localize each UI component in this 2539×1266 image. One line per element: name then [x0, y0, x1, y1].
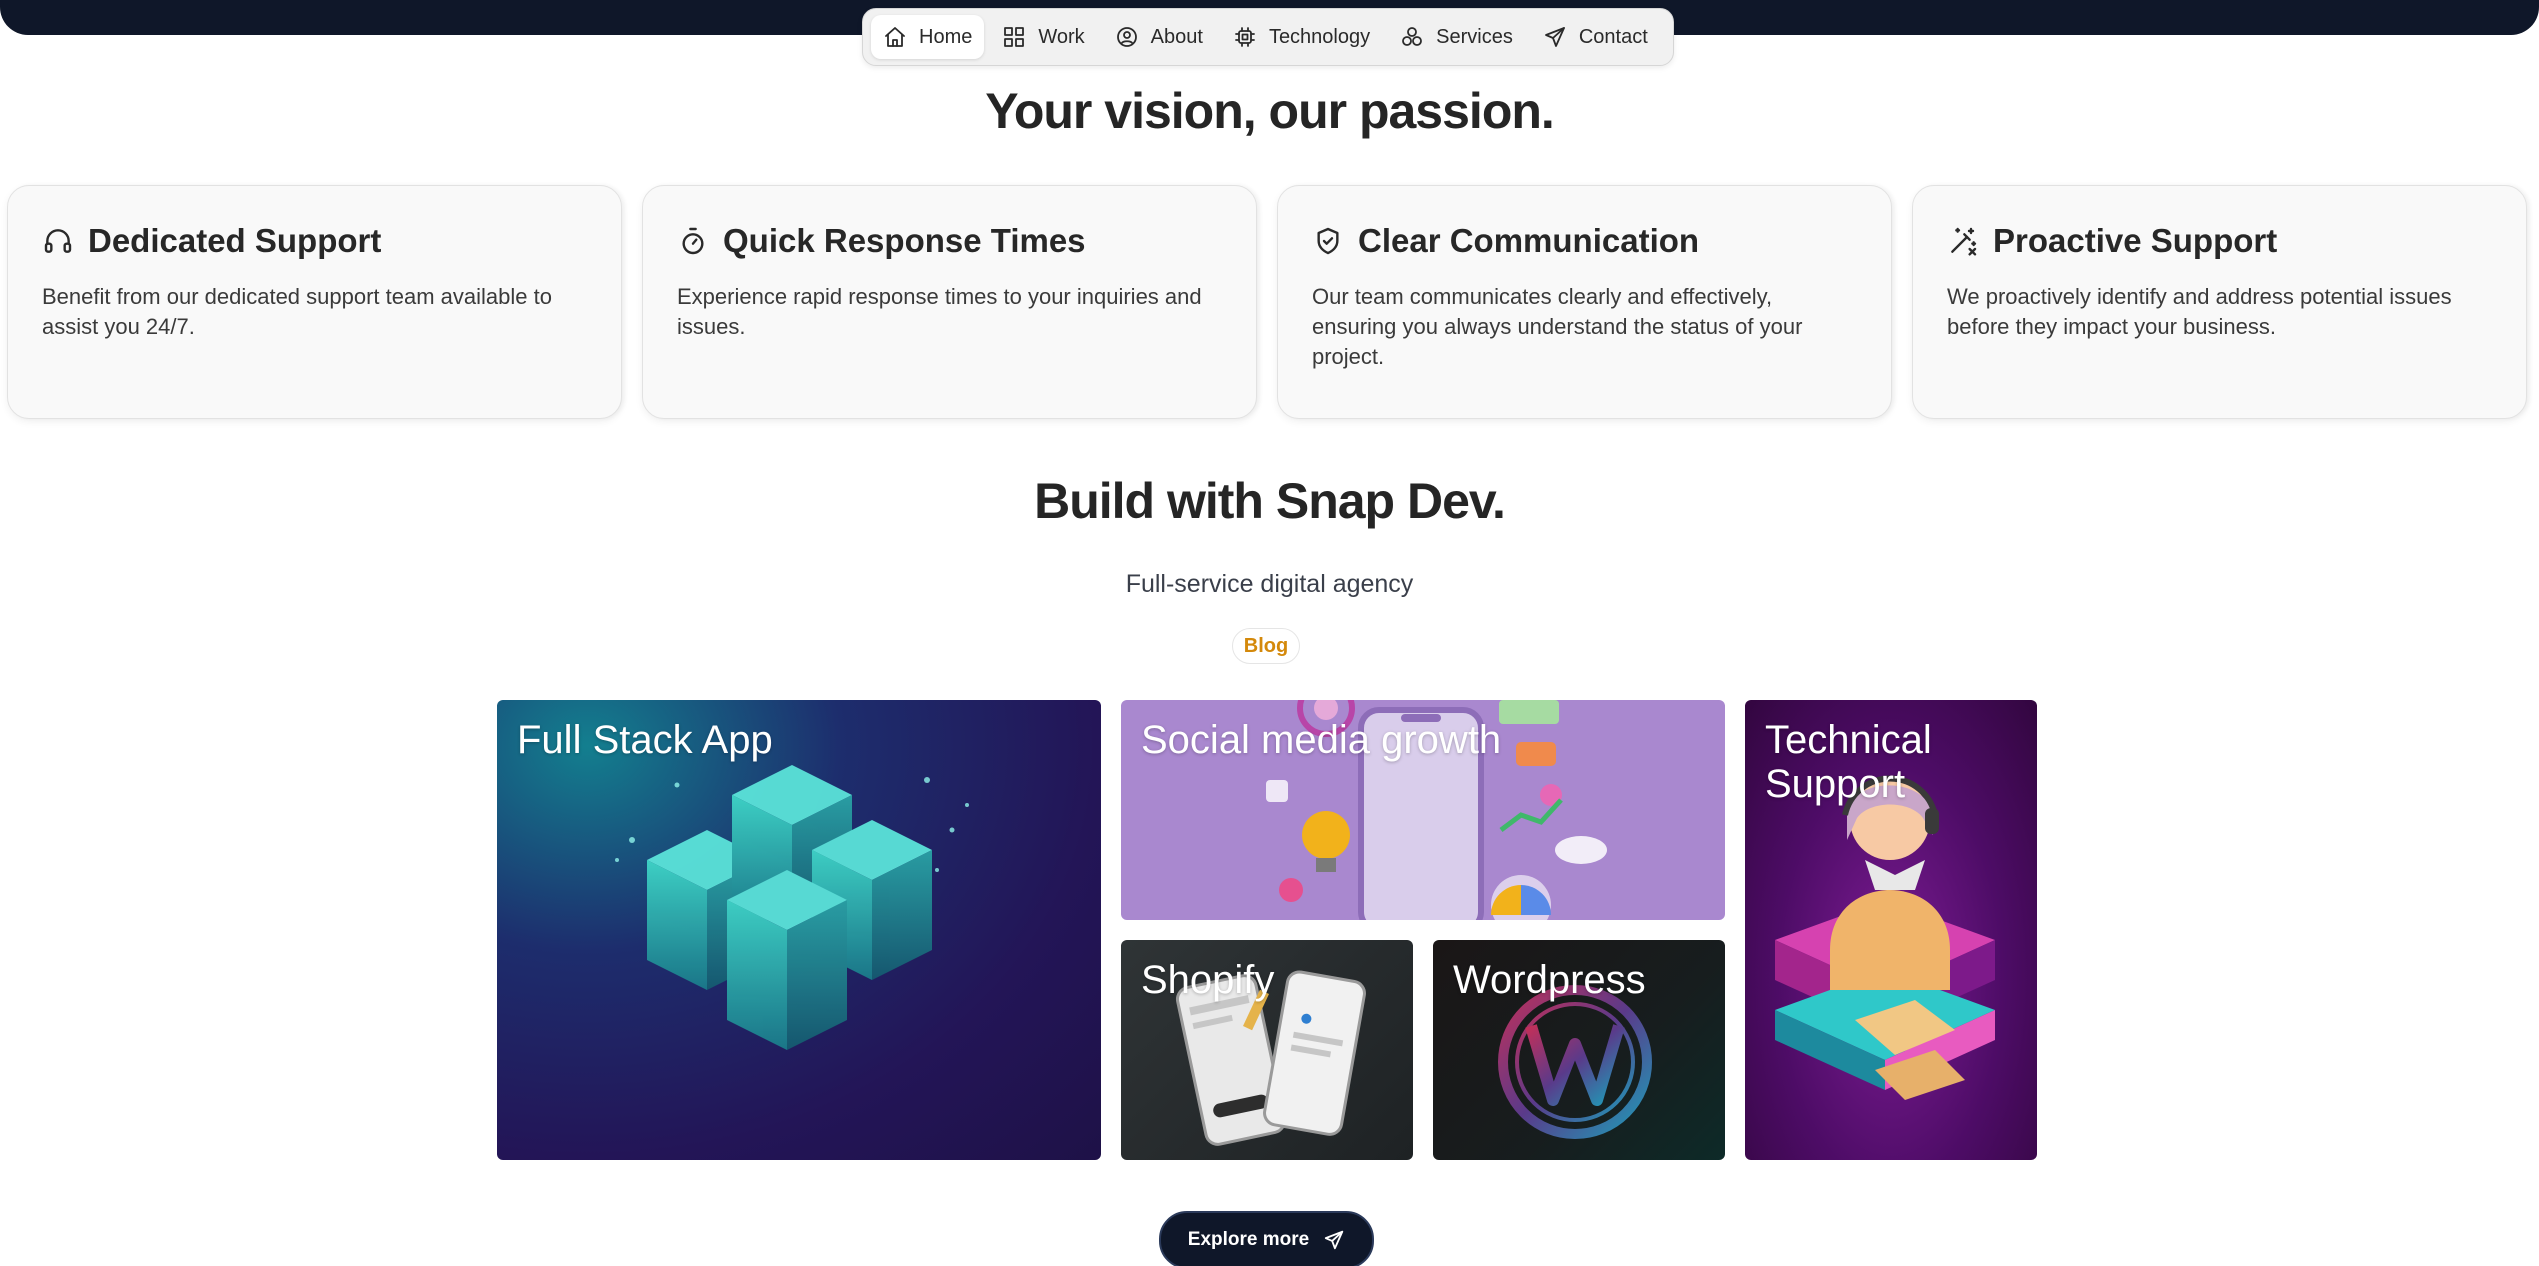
nav-item-work[interactable]: Work [990, 15, 1096, 59]
nav-item-label: Work [1038, 25, 1085, 48]
card-text: Our team communicates clearly and effect… [1312, 284, 1803, 369]
tile-technical-support[interactable]: Technical Support [1745, 700, 2037, 1160]
magic-wand-icon [1951, 227, 1977, 256]
section-title: Build with Snap Dev. [1034, 473, 1506, 529]
card-text: Experience rapid response times to your … [677, 284, 1202, 339]
nav-item-label: About [1150, 25, 1203, 48]
cpu-icon [1235, 27, 1255, 47]
tile-shopify[interactable]: Shopify [1121, 940, 1413, 1160]
nav-item-label: Contact [1578, 25, 1648, 48]
explore-more-label: Explore more [1187, 1229, 1310, 1250]
nav-item-label: Services [1436, 25, 1513, 48]
send-icon [1544, 27, 1565, 47]
tile-label-line: Technical [1765, 718, 1932, 762]
nav-item-label: Technology [1268, 25, 1371, 48]
feature-cards: Dedicated Support Benefit from our dedic… [7, 185, 2527, 419]
card-text: We proactively identify and address pote… [1947, 284, 2452, 339]
server-stack-illustration [615, 765, 969, 1050]
tile-label: Wordpress [1453, 958, 1646, 1002]
tile-label: Full Stack App [517, 718, 773, 762]
grid-icon [1004, 27, 1025, 47]
nav-item-home[interactable]: Home [871, 15, 985, 59]
feature-card: Clear Communication Our team communicate… [1277, 185, 1892, 419]
feature-card: Dedicated Support Benefit from our dedic… [7, 185, 622, 419]
blog-badge[interactable]: Blog [1232, 628, 1300, 664]
shield-check-icon [1317, 227, 1339, 255]
page-title: Your vision, our passion. [985, 83, 1555, 139]
nav-item-label: Home [919, 25, 973, 48]
tile-label: Social media growth [1141, 718, 1502, 762]
card-text: Benefit from our dedicated support team … [42, 284, 552, 339]
headphones-icon [44, 229, 72, 253]
card-title: Dedicated Support [88, 222, 382, 259]
tile-social-media-growth[interactable]: Social media growth [1121, 700, 1725, 920]
timer-icon [682, 227, 704, 255]
tile-wordpress[interactable]: Wordpress [1433, 940, 1725, 1160]
feature-card: Quick Response Times Experience rapid re… [642, 185, 1257, 419]
tile-label: Technical Support [1765, 718, 1932, 806]
card-title: Proactive Support [1993, 222, 2278, 259]
section-subtitle: Full-service digital agency [1125, 570, 1414, 598]
nav-item-services[interactable]: Services [1388, 15, 1525, 59]
send-icon [1325, 1230, 1344, 1250]
tile-label: Shopify [1141, 958, 1275, 1002]
main-nav: Home Work About Technology Services Cont… [862, 8, 1674, 66]
tile-full-stack-app[interactable]: Full Stack App [497, 700, 1101, 1160]
home-icon [885, 27, 905, 47]
tile-label-line: Support [1765, 762, 1906, 806]
nav-item-technology[interactable]: Technology [1221, 15, 1382, 59]
nav-item-about[interactable]: About [1103, 15, 1215, 59]
nav-item-contact[interactable]: Contact [1531, 15, 1660, 59]
card-title: Clear Communication [1358, 222, 1700, 259]
explore-more-button[interactable]: Explore more [1159, 1211, 1374, 1266]
feature-card: Proactive Support We proactively identif… [1912, 185, 2527, 419]
user-circle-icon [1116, 27, 1137, 47]
card-title: Quick Response Times [723, 222, 1086, 259]
circles-icon [1402, 27, 1423, 46]
